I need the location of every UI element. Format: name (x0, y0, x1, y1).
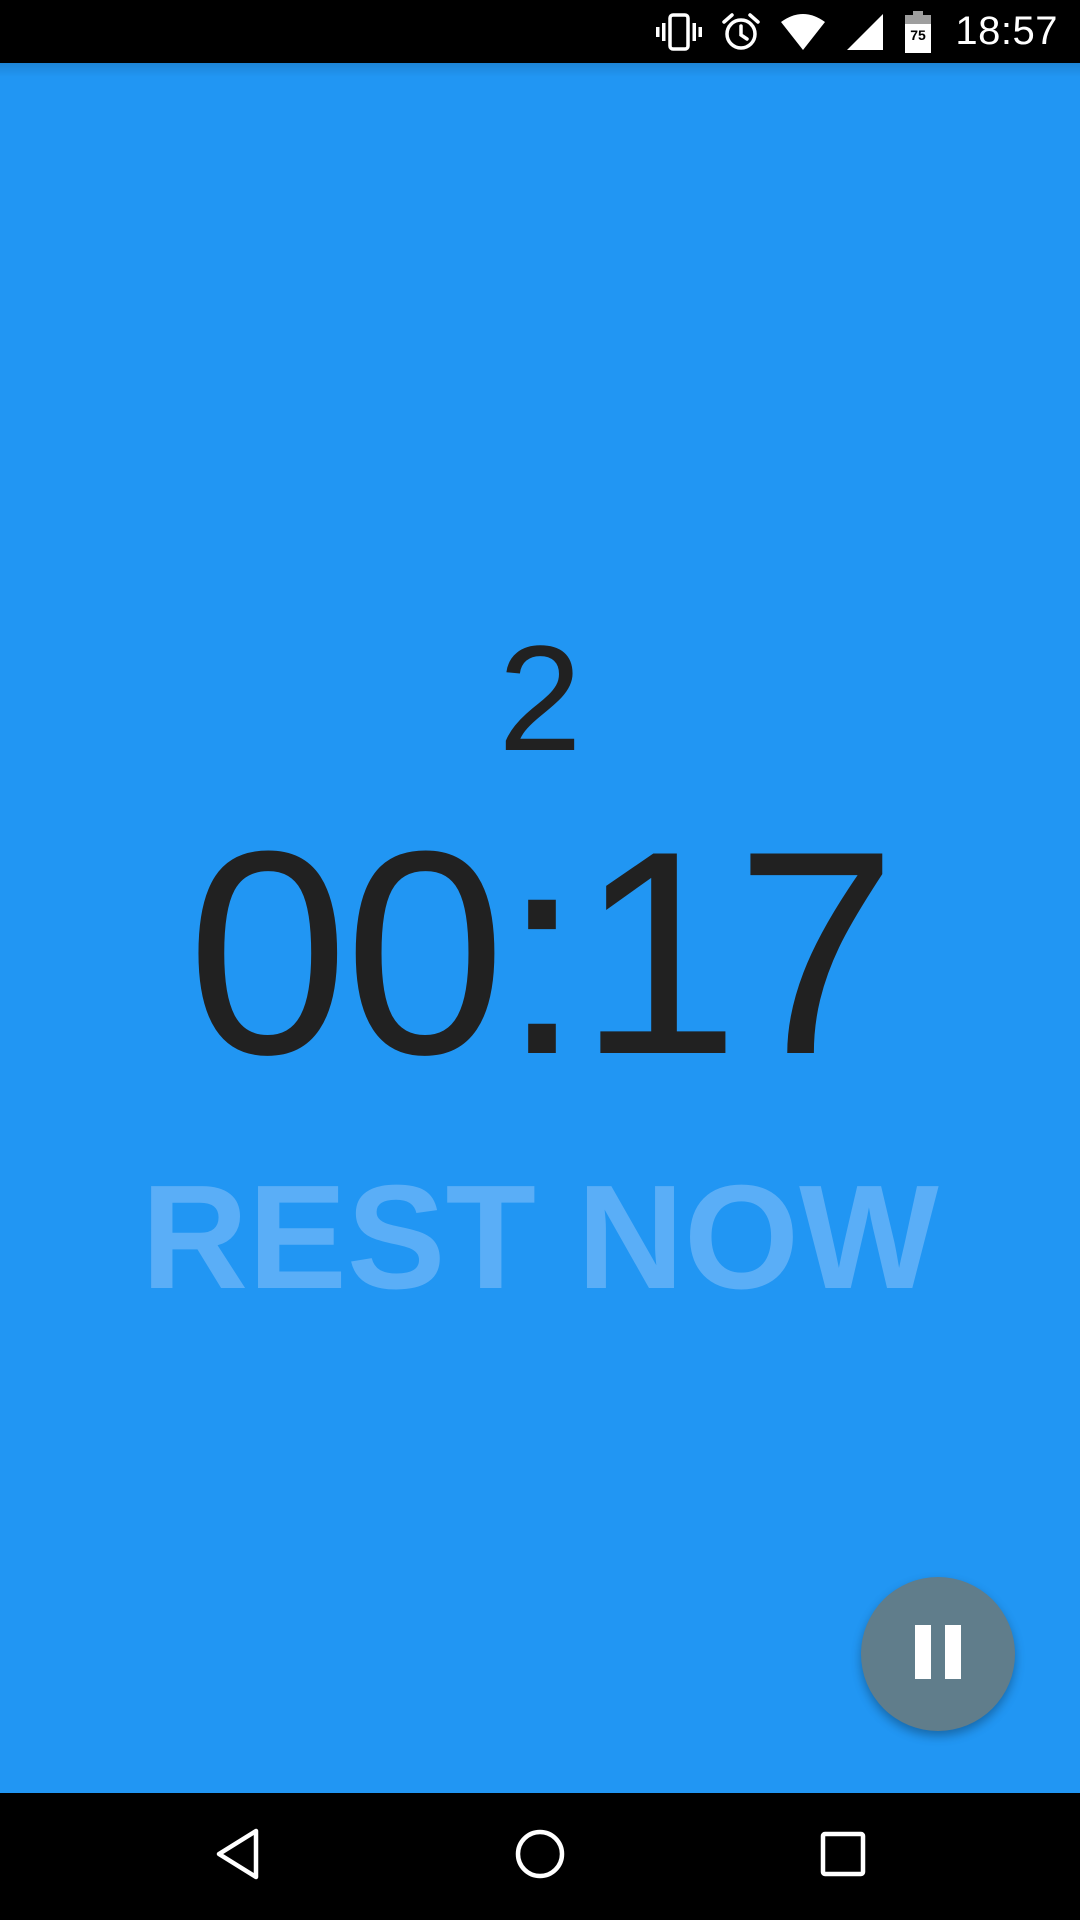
workout-screen: 2 00:17 REST NOW (0, 63, 1080, 1793)
countdown-timer: 00:17 (187, 791, 897, 1115)
app-bar-shadow (0, 63, 1080, 77)
back-icon (214, 1828, 262, 1885)
vibrate-icon (655, 12, 703, 52)
recents-button[interactable] (753, 1793, 933, 1920)
battery-level-text: 75 (911, 27, 927, 43)
navigation-bar (0, 1793, 1080, 1920)
pause-icon (913, 1624, 963, 1684)
wifi-icon (779, 12, 827, 52)
cell-signal-icon (845, 12, 885, 52)
home-button[interactable] (450, 1793, 630, 1920)
round-number: 2 (498, 614, 582, 782)
home-icon (514, 1828, 566, 1885)
back-button[interactable] (148, 1793, 328, 1920)
recents-icon (820, 1831, 866, 1882)
status-icons: 75 18:57 (655, 0, 1058, 63)
rest-message: REST NOW (141, 1155, 939, 1320)
status-time: 18:57 (955, 9, 1058, 53)
pause-button[interactable] (861, 1577, 1015, 1731)
alarm-icon (721, 12, 761, 52)
battery-icon: 75 (903, 10, 933, 54)
status-bar: 75 18:57 (0, 0, 1080, 63)
